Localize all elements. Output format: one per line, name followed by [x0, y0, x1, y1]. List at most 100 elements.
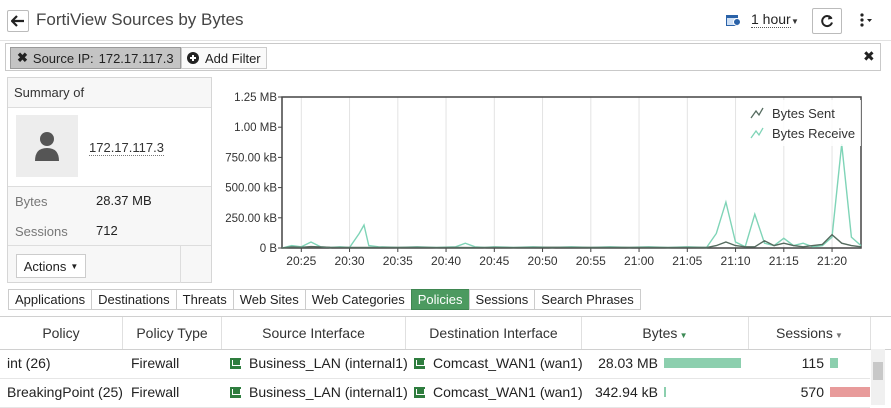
sort-desc-icon: ▼	[677, 331, 688, 340]
filter-chip-field: Source IP:	[32, 50, 94, 66]
sessions-value: 712	[96, 223, 118, 238]
add-filter-button[interactable]: Add Filter	[181, 47, 267, 69]
interface-icon	[230, 358, 241, 369]
column-header-label: Source Interface	[262, 325, 365, 341]
summary-ip[interactable]: 172.17.117.3	[89, 140, 164, 156]
x-tick-label: 21:00	[624, 254, 654, 268]
cell-type-text: Firewall	[131, 355, 180, 371]
x-tick-label: 21:05	[672, 254, 702, 268]
filter-chip-value: 172.17.117.3	[98, 50, 174, 66]
cell-dst: Comcast_WAN1 (wan1)	[414, 349, 583, 378]
bytes-value: 28.37 MB	[96, 193, 152, 208]
avatar	[16, 115, 78, 177]
tab-search-phrases[interactable]: Search Phrases	[534, 289, 641, 310]
cell-bytes: 28.03 MB	[598, 355, 658, 371]
x-tick-label: 21:20	[817, 254, 847, 268]
refresh-icon	[821, 15, 833, 27]
summary-title: Summary of	[14, 85, 85, 100]
cell-type-text: Firewall	[131, 384, 180, 400]
x-tick-label: 20:30	[335, 254, 365, 268]
tab-applications[interactable]: Applications	[8, 289, 92, 310]
cell-src-text: Business_LAN (internal1)	[249, 355, 408, 371]
refresh-button[interactable]	[812, 8, 842, 34]
cell-sessions: 115	[801, 355, 824, 371]
cell-dst-text: Comcast_WAN1 (wan1)	[433, 355, 583, 371]
x-tick-label: 20:55	[576, 254, 606, 268]
column-header-destination-interface[interactable]: Destination Interface	[406, 317, 582, 349]
sessions-bar	[830, 358, 838, 368]
bytes-bar	[664, 358, 741, 368]
sessions-bar	[830, 387, 870, 397]
column-header-source-interface[interactable]: Source Interface	[222, 317, 406, 349]
filter-chip[interactable]: ✖ Source IP: 172.17.117.3	[10, 47, 181, 69]
y-tick-label: 750.00 kB	[225, 152, 277, 164]
x-tick-label: 21:15	[769, 254, 799, 268]
x-tick-label: 20:25	[286, 254, 316, 268]
tab-policies[interactable]: Policies	[410, 289, 469, 310]
series-line-bytes-receive	[281, 144, 862, 249]
kebab-menu-icon	[860, 13, 872, 27]
cell-dst: Comcast_WAN1 (wan1)	[414, 378, 583, 407]
table-row[interactable]: BreakingPoint (25) Firewall Business_LAN (…	[0, 378, 870, 408]
x-tick-label: 20:40	[431, 254, 461, 268]
divider	[180, 246, 181, 283]
x-tick-label: 21:10	[721, 254, 751, 268]
summary-panel: Summary of 172.17.117.3 Bytes 28.37 MB S…	[7, 77, 212, 283]
legend-label: Bytes Receive	[772, 126, 855, 141]
tab-sessions[interactable]: Sessions	[468, 289, 535, 310]
page-header: FortiView Sources by Bytes 1 hour ▼	[0, 0, 891, 41]
column-header-policy[interactable]: Policy	[0, 317, 123, 349]
cell-type: Firewall	[131, 349, 179, 378]
bytes-label: Bytes	[15, 194, 48, 209]
cell-src: Business_LAN (internal1)	[230, 378, 408, 407]
filter-bar: ✖ Source IP: 172.17.117.3 Add Filter ✖	[5, 43, 881, 71]
remove-filter-icon[interactable]: ✖	[17, 50, 28, 66]
bandwidth-chart: 0 B 250.00 kB 500.00 kB 750.00 kB 1.00 MB 1.2…	[225, 92, 862, 268]
bytes-bar	[664, 387, 666, 397]
column-header-label: Policy Type	[136, 325, 208, 341]
tab-destinations[interactable]: Destinations	[91, 289, 176, 310]
more-options-button[interactable]	[852, 9, 880, 31]
cell-policy-text: BreakingPoint (25)	[7, 384, 123, 400]
column-header-label: Bytes	[642, 325, 678, 341]
cell-sessions: 570	[800, 384, 824, 400]
actions-row: Actions ▼	[8, 245, 211, 283]
x-tick-label: 20:50	[528, 254, 558, 268]
cell-src: Business_LAN (internal1)	[230, 349, 408, 378]
tab-web-sites[interactable]: Web Sites	[232, 289, 305, 310]
add-filter-label: Add Filter	[205, 50, 261, 66]
cell-bytes: 342.94 kB	[594, 384, 658, 400]
cell-type: Firewall	[131, 378, 179, 407]
y-tick-label: 1.00 MB	[234, 122, 277, 134]
clear-filters-icon[interactable]: ✖	[863, 48, 875, 65]
y-tick-label: 250.00 kB	[225, 213, 277, 225]
calendar-clock-icon	[726, 15, 741, 26]
column-header-label: Destination Interface	[429, 325, 558, 341]
back-button[interactable]	[7, 10, 29, 32]
column-header-sessions[interactable]: Sessions ▼	[749, 317, 871, 349]
actions-button[interactable]: Actions ▼	[16, 254, 86, 278]
user-icon	[35, 132, 59, 161]
cell-policy: BreakingPoint (25)	[7, 378, 123, 407]
cell-dst-text: Comcast_WAN1 (wan1)	[433, 384, 583, 400]
summary-source: 172.17.117.3	[8, 107, 211, 187]
scrollbar-thumb[interactable]	[873, 362, 883, 380]
tab-bar: Applications Destinations Threats Web Sites…	[8, 289, 641, 310]
policies-table: Policy Policy Type Source Interface Destina…	[0, 316, 891, 408]
x-tick-label: 20:45	[479, 254, 509, 268]
x-tick-label: 20:35	[383, 254, 413, 268]
tab-web-categories[interactable]: Web Categories	[304, 289, 411, 310]
column-header-bytes[interactable]: Bytes ▼	[582, 317, 749, 349]
page-title: FortiView Sources by Bytes	[36, 10, 244, 29]
table-header: Policy Policy Type Source Interface Destina…	[0, 316, 891, 350]
y-tick-label: 0 B	[260, 243, 278, 255]
actions-label: Actions	[23, 258, 67, 274]
legend-label: Bytes Sent	[772, 106, 835, 121]
cell-policy-text: int (26)	[7, 355, 51, 371]
table-row[interactable]: int (26) Firewall Business_LAN (internal1)…	[0, 349, 870, 379]
caret-down-icon: ▼	[791, 17, 799, 26]
time-range-select[interactable]: 1 hour	[751, 11, 791, 28]
plus-circle-icon	[187, 52, 199, 64]
column-header-policy-type[interactable]: Policy Type	[123, 317, 222, 349]
tab-threats[interactable]: Threats	[175, 289, 233, 310]
